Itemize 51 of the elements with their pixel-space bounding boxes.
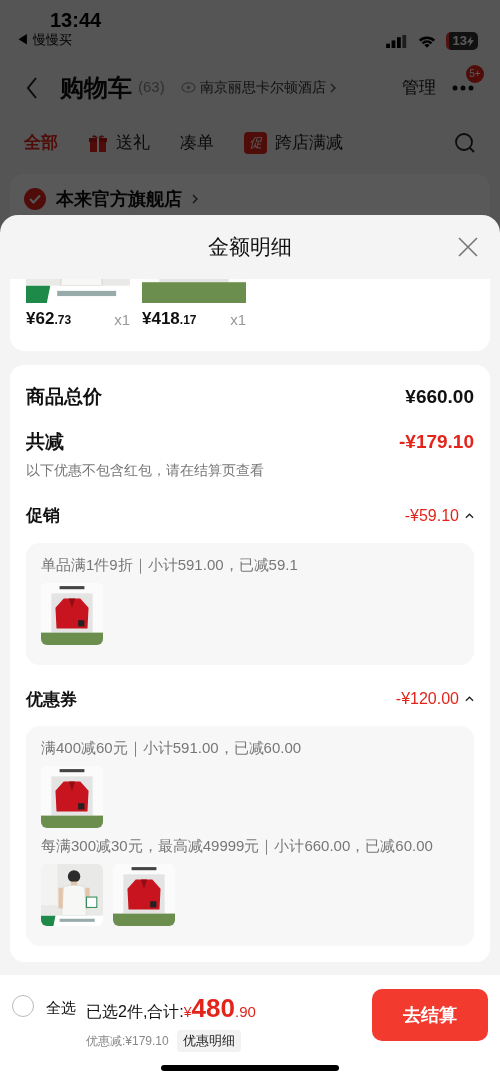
chevron-up-icon xyxy=(465,512,474,519)
page-title: 购物车 xyxy=(60,72,132,103)
item-quantity: x1 xyxy=(114,309,130,330)
rule-text: 单品满1件9折｜小计591.00，已减59.1 xyxy=(41,554,299,575)
total-amount: ¥660.00 xyxy=(405,385,474,409)
checkmark-icon xyxy=(29,194,41,204)
select-all-label[interactable]: 全选 xyxy=(46,997,76,1020)
store-checkbox[interactable] xyxy=(24,188,46,210)
signal-icon xyxy=(385,34,408,48)
total-label: 商品总价 xyxy=(26,385,102,409)
rule-text: 每满300减30元，最高减49999元｜小计660.00，已减60.00 xyxy=(41,836,434,856)
wifi-icon xyxy=(417,34,436,48)
chevron-right-icon xyxy=(329,82,336,93)
eye-icon xyxy=(180,82,196,93)
section-toggle[interactable]: -¥59.10 xyxy=(404,503,474,528)
item-price: ¥418.17 xyxy=(142,307,197,330)
section-toggle[interactable]: -¥120.00 xyxy=(395,687,474,712)
charging-icon xyxy=(467,35,474,47)
more-icon[interactable] xyxy=(452,84,474,91)
discount-amount: -¥179.10 xyxy=(399,429,474,454)
battery-level-text: 13 xyxy=(452,32,467,51)
back-icon[interactable] xyxy=(26,76,38,99)
chevron-right-icon xyxy=(192,194,198,204)
section-title: 促销 xyxy=(26,505,60,527)
chevron-up-icon xyxy=(465,696,474,703)
discount-detail-button[interactable]: 优惠明细 xyxy=(176,1030,241,1052)
close-icon[interactable] xyxy=(458,237,478,257)
notification-badge: 5+ xyxy=(466,64,484,83)
search-icon[interactable] xyxy=(454,131,476,154)
manage-button[interactable]: 管理 xyxy=(402,74,436,101)
store-name[interactable]: 本来官方旗舰店 xyxy=(56,188,182,210)
discount-note: 以下优惠不包含红包，请在结算页查看 xyxy=(26,461,265,480)
filter-tab[interactable]: 送礼 xyxy=(88,129,150,156)
filter-tab[interactable]: 全部 xyxy=(24,129,58,156)
filter-tab[interactable]: 凑单 xyxy=(180,129,214,156)
section-title: 优惠券 xyxy=(26,688,77,711)
promo-tag: 促 xyxy=(244,131,267,154)
gift-icon xyxy=(88,132,108,153)
item-price: ¥62.73 xyxy=(26,307,72,330)
sheet-title: 金额明细 xyxy=(208,234,292,261)
discount-label: 共减 xyxy=(26,429,64,454)
saving-text: 优惠减:¥179.10 xyxy=(86,1032,169,1050)
item-quantity: x1 xyxy=(230,309,246,330)
filter-tab[interactable]: 促 跨店满减 xyxy=(244,129,343,156)
selected-summary: 已选2件,合计: xyxy=(86,1002,184,1022)
back-to-app-link[interactable]: ◀ 慢慢买 xyxy=(16,32,102,48)
total-price: ¥480.90 xyxy=(183,992,256,1025)
checkout-button[interactable]: 去结算 xyxy=(372,989,488,1041)
status-time: 13:44 xyxy=(49,8,102,32)
rule-text: 满400减60元｜小计591.00，已减60.00 xyxy=(41,738,303,758)
location-text[interactable]: 南京丽思卡尔顿酒店 xyxy=(199,77,326,98)
